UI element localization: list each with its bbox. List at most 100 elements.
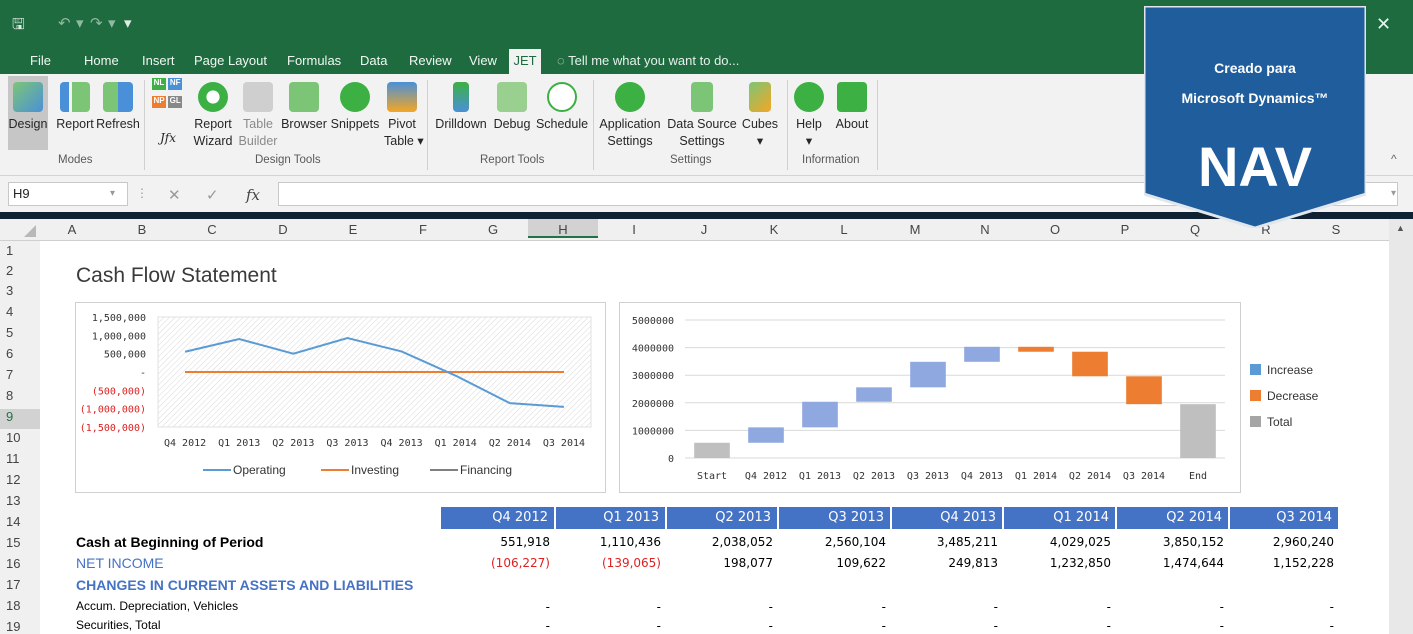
row-2[interactable]: 2 [0,263,40,278]
col-i[interactable]: I [614,222,654,237]
table-cell[interactable]: (106,227) [442,556,550,570]
namebox-dropdown-icon[interactable]: ▾ [110,188,115,199]
col-k[interactable]: K [754,222,794,237]
tab-formulas[interactable]: Formulas [287,53,341,68]
application-settings-button[interactable]: Application Settings [597,82,663,150]
row-17[interactable]: 17 [0,577,40,592]
tab-view[interactable]: View [469,53,497,68]
table-cell[interactable]: - [1116,600,1224,614]
pivot-table-button[interactable]: Pivot Table ▾ [384,82,424,150]
vertical-scrollbar[interactable]: ▲ [1389,219,1413,634]
table-cell[interactable]: - [778,600,886,614]
collapse-ribbon-icon[interactable]: ^ [1391,152,1397,166]
debug-button[interactable]: Debug [492,82,532,133]
table-cell[interactable]: (139,065) [553,556,661,570]
tab-home[interactable]: Home [84,53,119,68]
col-e[interactable]: E [333,222,373,237]
table-cell[interactable]: - [890,600,998,614]
table-cell[interactable]: 4,029,025 [1003,535,1111,549]
col-o[interactable]: O [1035,222,1075,237]
col-f[interactable]: F [403,222,443,237]
scroll-up-icon[interactable]: ▲ [1396,223,1405,233]
col-n[interactable]: N [965,222,1005,237]
table-cell[interactable]: - [442,619,550,633]
col-b[interactable]: B [122,222,162,237]
row-9[interactable]: 9 [0,409,40,429]
redo-icon[interactable]: ↷ [90,14,103,32]
col-g[interactable]: G [473,222,513,237]
row-1[interactable]: 1 [0,243,40,258]
col-j[interactable]: J [684,222,724,237]
row-19[interactable]: 19 [0,619,40,634]
table-cell[interactable]: - [665,619,773,633]
row-18[interactable]: 18 [0,598,40,613]
undo-icon[interactable]: ↶ [58,14,71,32]
snippets-button[interactable]: Snippets [330,82,380,133]
tab-data[interactable]: Data [360,53,387,68]
row-4[interactable]: 4 [0,304,40,319]
row-7[interactable]: 7 [0,367,40,382]
tab-review[interactable]: Review [409,53,452,68]
row-11[interactable]: 11 [0,451,40,466]
table-cell[interactable]: 2,038,052 [665,535,773,549]
quarter-header[interactable]: Q2 2014 [1117,507,1228,529]
col-a[interactable]: A [52,222,92,237]
jfx-button[interactable]: Jfx [160,130,176,147]
design-button[interactable]: Design [8,82,48,133]
table-cell[interactable]: - [890,619,998,633]
table-cell[interactable]: 1,232,850 [1003,556,1111,570]
enter-icon[interactable]: ✓ [206,186,219,204]
table-cell[interactable]: 249,813 [890,556,998,570]
col-c[interactable]: C [192,222,232,237]
tab-page-layout[interactable]: Page Layout [194,53,267,68]
report-wizard-button[interactable]: Report Wizard [192,82,234,150]
nf-icon[interactable]: NF [168,78,183,90]
help-button[interactable]: Help ▾ [792,82,826,150]
row-8[interactable]: 8 [0,388,40,403]
cash-waterfall-chart[interactable]: 5000000 4000000 3000000 2000000 1000000 0 Star… [619,302,1241,493]
table-cell[interactable]: - [1003,600,1111,614]
table-cell[interactable]: 198,077 [665,556,773,570]
table-cell[interactable]: 2,560,104 [778,535,886,549]
about-button[interactable]: About [832,82,872,133]
quarter-header[interactable]: Q3 2013 [779,507,890,529]
gl-icon[interactable]: GL [168,96,183,108]
row-15[interactable]: 15 [0,535,40,550]
table-cell[interactable]: - [1226,600,1334,614]
table-cell[interactable]: 3,850,152 [1116,535,1224,549]
col-h[interactable]: H [528,219,598,238]
table-cell[interactable]: 2,960,240 [1226,535,1334,549]
quarter-header[interactable]: Q3 2014 [1230,507,1338,529]
table-cell[interactable]: - [778,619,886,633]
quarter-header[interactable]: Q1 2013 [556,507,665,529]
report-mode-button[interactable]: Report [54,82,96,133]
table-cell[interactable]: - [553,600,661,614]
refresh-button[interactable]: Refresh [96,82,140,133]
table-cell[interactable]: 109,622 [778,556,886,570]
col-m[interactable]: M [895,222,935,237]
col-p[interactable]: P [1105,222,1145,237]
quarter-header[interactable]: Q4 2012 [441,507,554,529]
table-cell[interactable]: - [553,619,661,633]
row-3[interactable]: 3 [0,283,40,298]
drilldown-button[interactable]: Drilldown [432,82,490,133]
table-cell[interactable]: 1,110,436 [553,535,661,549]
data-source-settings-button[interactable]: Data Source Settings [666,82,738,150]
redo-dropdown-icon[interactable]: ▾ [108,14,116,32]
table-cell[interactable]: 3,485,211 [890,535,998,549]
undo-dropdown-icon[interactable]: ▾ [76,14,84,32]
table-cell[interactable]: 1,152,228 [1226,556,1334,570]
table-cell[interactable]: 1,474,644 [1116,556,1224,570]
cubes-button[interactable]: Cubes ▾ [740,82,780,150]
table-cell[interactable]: 551,918 [442,535,550,549]
save-icon[interactable]: 🖫 [12,14,25,39]
table-builder-button[interactable]: Table Builder [238,82,278,150]
insert-function-icon[interactable]: fx [246,186,260,204]
row-6[interactable]: 6 [0,346,40,361]
row-13[interactable]: 13 [0,493,40,508]
customize-qat-icon[interactable]: ▾ [124,14,132,32]
quarter-header[interactable]: Q1 2014 [1004,507,1115,529]
quarter-header[interactable]: Q4 2013 [892,507,1002,529]
table-cell[interactable]: - [1003,619,1111,633]
table-cell[interactable]: - [1226,619,1334,633]
